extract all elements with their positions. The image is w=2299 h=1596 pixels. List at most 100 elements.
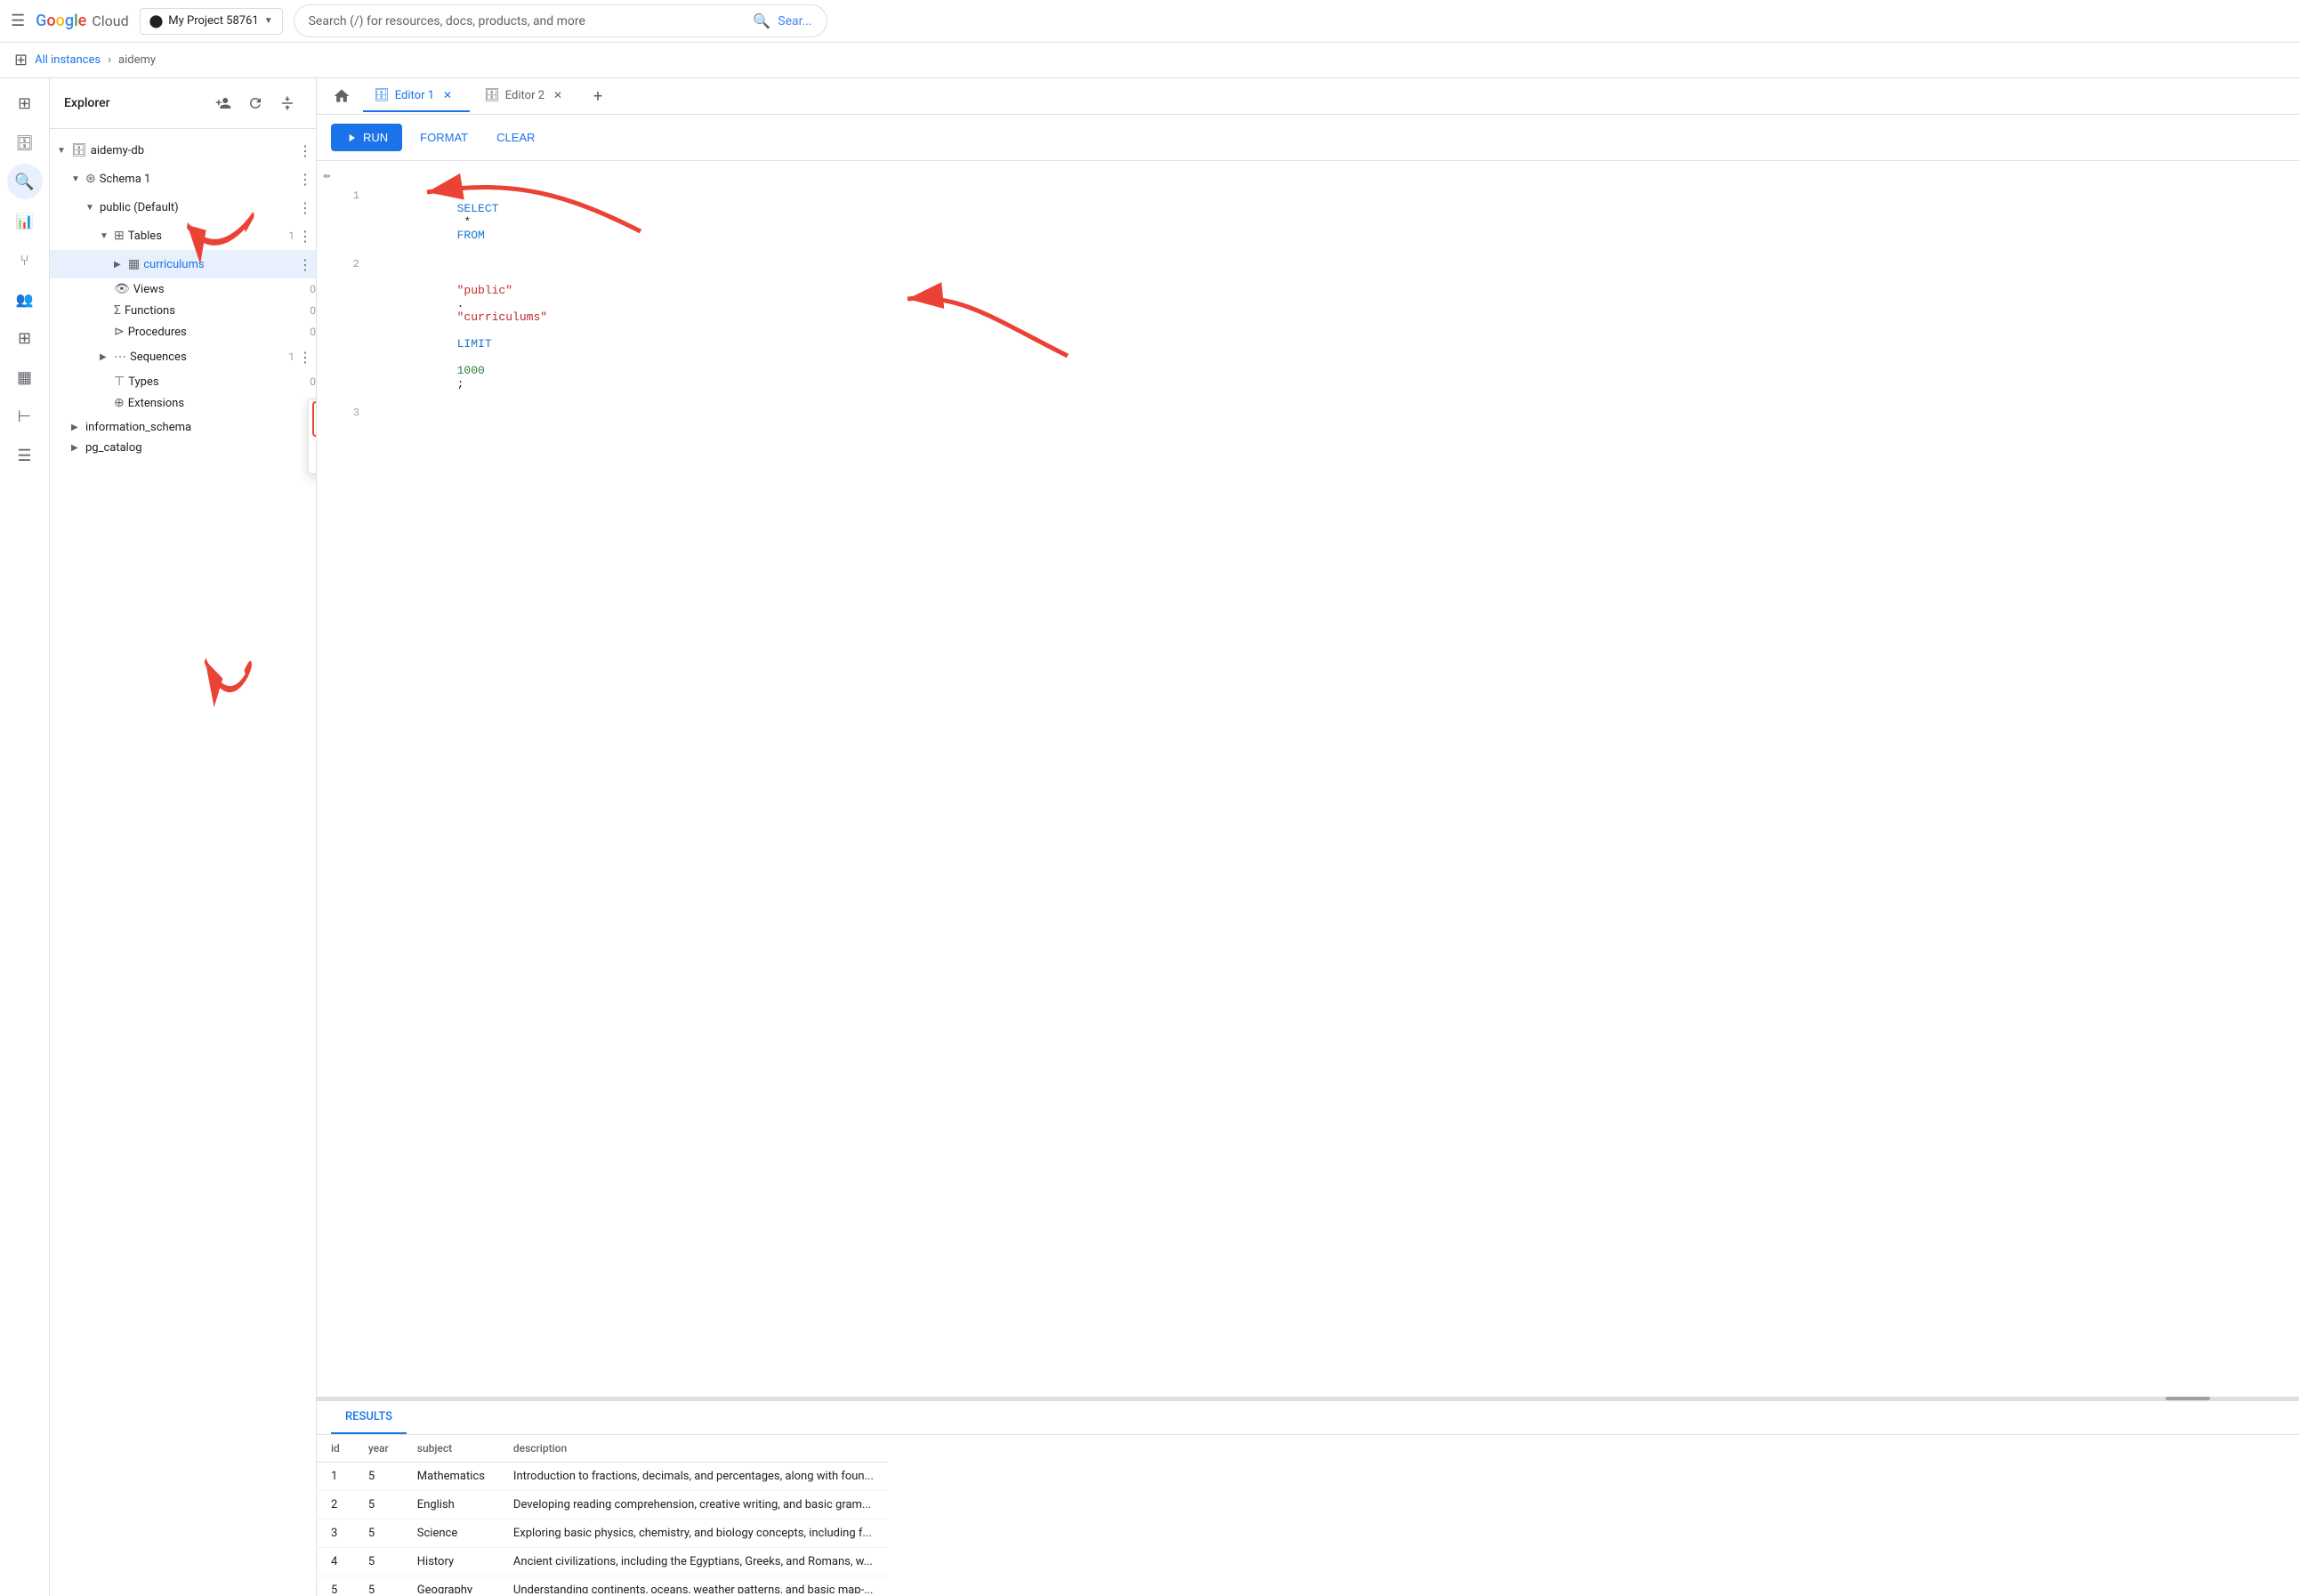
cell-year: 5 [354, 1519, 403, 1548]
table-icon: ▦ [128, 257, 140, 271]
arrow-icon: ▼ [100, 231, 114, 241]
tree-item-tables[interactable]: ▼ ⊞ Tables 1 ⋮ [50, 222, 316, 250]
results-table-wrap: id year subject description 15Mathematic… [317, 1435, 2299, 1593]
resize-handle[interactable] [317, 1397, 2299, 1400]
run-button[interactable]: RUN [331, 124, 402, 151]
functions-icon: Σ [114, 303, 121, 318]
sidebar-icon-table[interactable]: ⊞ [7, 320, 43, 356]
tree-item-pg-catalog[interactable]: ▶ pg_catalog [50, 438, 316, 458]
context-menu: ≡ Query 🗑 Delete table [308, 399, 317, 474]
table-row: 45HistoryAncient civilizations, includin… [317, 1548, 888, 1576]
code-line-3: 3 [317, 405, 2299, 424]
cell-subject: History [403, 1548, 499, 1576]
sidebar-icon-people[interactable]: 👥 [7, 281, 43, 317]
arrow-icon: ▼ [57, 146, 71, 156]
tree-item-public[interactable]: ▼ public (Default) ⋮ [50, 193, 316, 222]
cloud-logo-text: Cloud [92, 12, 128, 29]
tab-add-button[interactable]: + [584, 82, 612, 110]
table-row: 15MathematicsIntroduction to fractions, … [317, 1463, 888, 1491]
table-row: 35ScienceExploring basic physics, chemis… [317, 1519, 888, 1548]
refresh-button[interactable] [241, 89, 270, 117]
sidebar-icon-list[interactable]: ☰ [7, 438, 43, 473]
tree-item-views[interactable]: ▶ 👁 Views 0 [50, 278, 316, 300]
context-menu-query[interactable]: ≡ Query [312, 401, 317, 437]
sidebar-icon-filter[interactable]: ⑂ [7, 242, 43, 278]
tab-editor1[interactable]: 🗄 Editor 1 ✕ [363, 80, 470, 112]
tree-item-types[interactable]: ▶ ⊤ Types 0 [50, 371, 316, 392]
table-row: 55GeographyUnderstanding continents, oce… [317, 1576, 888, 1594]
context-menu-delete[interactable]: 🗑 Delete table [309, 439, 317, 473]
project-icon: ⬤ [149, 14, 164, 28]
cell-subject: Mathematics [403, 1463, 499, 1491]
global-search[interactable]: Search (/) for resources, docs, products… [294, 4, 827, 37]
tree-label: Schema 1 [100, 173, 294, 186]
arrow-icon: ▶ [100, 352, 114, 362]
code-editor[interactable]: ✏ 1 SELECT * FROM 2 [317, 161, 2299, 1397]
cell-description: Exploring basic physics, chemistry, and … [499, 1519, 888, 1548]
format-button[interactable]: FORMAT [409, 124, 479, 151]
tree-item-sequences[interactable]: ▶ ⋯ Sequences 1 ⋮ [50, 343, 316, 371]
run-label: RUN [363, 131, 388, 144]
clear-button[interactable]: CLEAR [486, 124, 545, 151]
sidebar-icon-db[interactable]: 🗄 [7, 125, 43, 160]
tree-item-schema1[interactable]: ▼ ⊛ Schema 1 ⋮ [50, 165, 316, 193]
tab-home-button[interactable] [324, 78, 359, 114]
tree-item-information-schema[interactable]: ▶ information_schema [50, 417, 316, 438]
cell-id: 2 [317, 1491, 354, 1519]
col-header-description: description [499, 1435, 888, 1463]
tree-count: 0 [310, 304, 316, 317]
explorer-panel: Explorer ▼ 🗄 aidemy-db ⋮ [50, 78, 317, 1596]
table-row: 25EnglishDeveloping reading comprehensio… [317, 1491, 888, 1519]
db-icon: 🗄 [71, 143, 87, 157]
tab-close-editor1[interactable]: ✕ [440, 87, 456, 103]
line-content [374, 405, 2299, 420]
tree-item-procedures[interactable]: ▶ ⊳ Procedures 0 [50, 321, 316, 343]
editor-tab-icon: 🗄 [484, 88, 500, 102]
sidebar-icon-grid[interactable]: ▦ [7, 359, 43, 395]
tree-item-functions[interactable]: ▶ Σ Functions 0 [50, 300, 316, 321]
tree-label: pg_catalog [85, 441, 316, 455]
more-icon[interactable]: ⋮ [294, 225, 316, 246]
sequences-icon: ⋯ [114, 350, 126, 364]
hamburger-icon[interactable]: ☰ [11, 12, 25, 30]
sidebar-icon-layers[interactable]: ⊞ [7, 85, 43, 121]
extensions-icon: ⊕ [114, 396, 125, 410]
tab-label: Editor 2 [505, 89, 544, 102]
tree-label: information_schema [85, 421, 316, 434]
more-icon[interactable]: ⋮ [294, 197, 316, 218]
format-label: FORMAT [420, 131, 468, 144]
schema-icon: ⊛ [85, 172, 96, 186]
more-icon[interactable]: ⋮ [294, 346, 316, 367]
collapse-button[interactable] [273, 89, 302, 117]
results-tab[interactable]: RESULTS [331, 1401, 407, 1434]
cell-id: 4 [317, 1548, 354, 1576]
sidebar-icon-chart[interactable]: 📊 [7, 203, 43, 238]
cell-id: 5 [317, 1576, 354, 1594]
tree-count: 1 [288, 351, 294, 363]
tree-label: aidemy-db [91, 144, 294, 157]
explorer-tree: ▼ 🗄 aidemy-db ⋮ ▼ ⊛ Schema 1 ⋮ ▼ public … [50, 129, 316, 1596]
types-icon: ⊤ [114, 375, 125, 389]
project-name: My Project 58761 [168, 14, 258, 28]
sidebar-icon-tool[interactable]: ⊢ [7, 399, 43, 434]
editor-area: RUN FORMAT CLEAR ✏ 1 [317, 115, 2299, 1596]
add-user-button[interactable] [209, 89, 238, 117]
main-layout: ⊞ 🗄 🔍 📊 ⑂ 👥 ⊞ ▦ ⊢ ☰ Explorer [0, 78, 2299, 1596]
tree-label: Functions [125, 304, 306, 318]
tab-close-editor2[interactable]: ✕ [550, 87, 566, 103]
more-icon[interactable]: ⋮ [294, 168, 316, 189]
project-selector[interactable]: ⬤ My Project 58761 ▼ [140, 8, 283, 35]
table-header-row: id year subject description [317, 1435, 888, 1463]
more-icon[interactable]: ⋮ [294, 140, 316, 161]
sidebar-icon-search[interactable]: 🔍 [7, 164, 43, 199]
tree-label: Views [133, 283, 306, 296]
more-icon[interactable]: ⋮ [294, 254, 316, 275]
tab-editor2[interactable]: 🗄 Editor 2 ✕ [473, 80, 580, 112]
tree-item-extensions[interactable]: ▶ ⊕ Extensions 0 [50, 392, 316, 414]
code-line-edit: ✏ [317, 168, 2299, 188]
tree-label: Tables [128, 230, 286, 243]
cell-id: 1 [317, 1463, 354, 1491]
breadcrumb-all-instances[interactable]: All instances [35, 53, 101, 67]
tree-item-curriculums[interactable]: ▶ ▦ curriculums ⋮ [50, 250, 316, 278]
tree-item-aidemy-db[interactable]: ▼ 🗄 aidemy-db ⋮ [50, 136, 316, 165]
